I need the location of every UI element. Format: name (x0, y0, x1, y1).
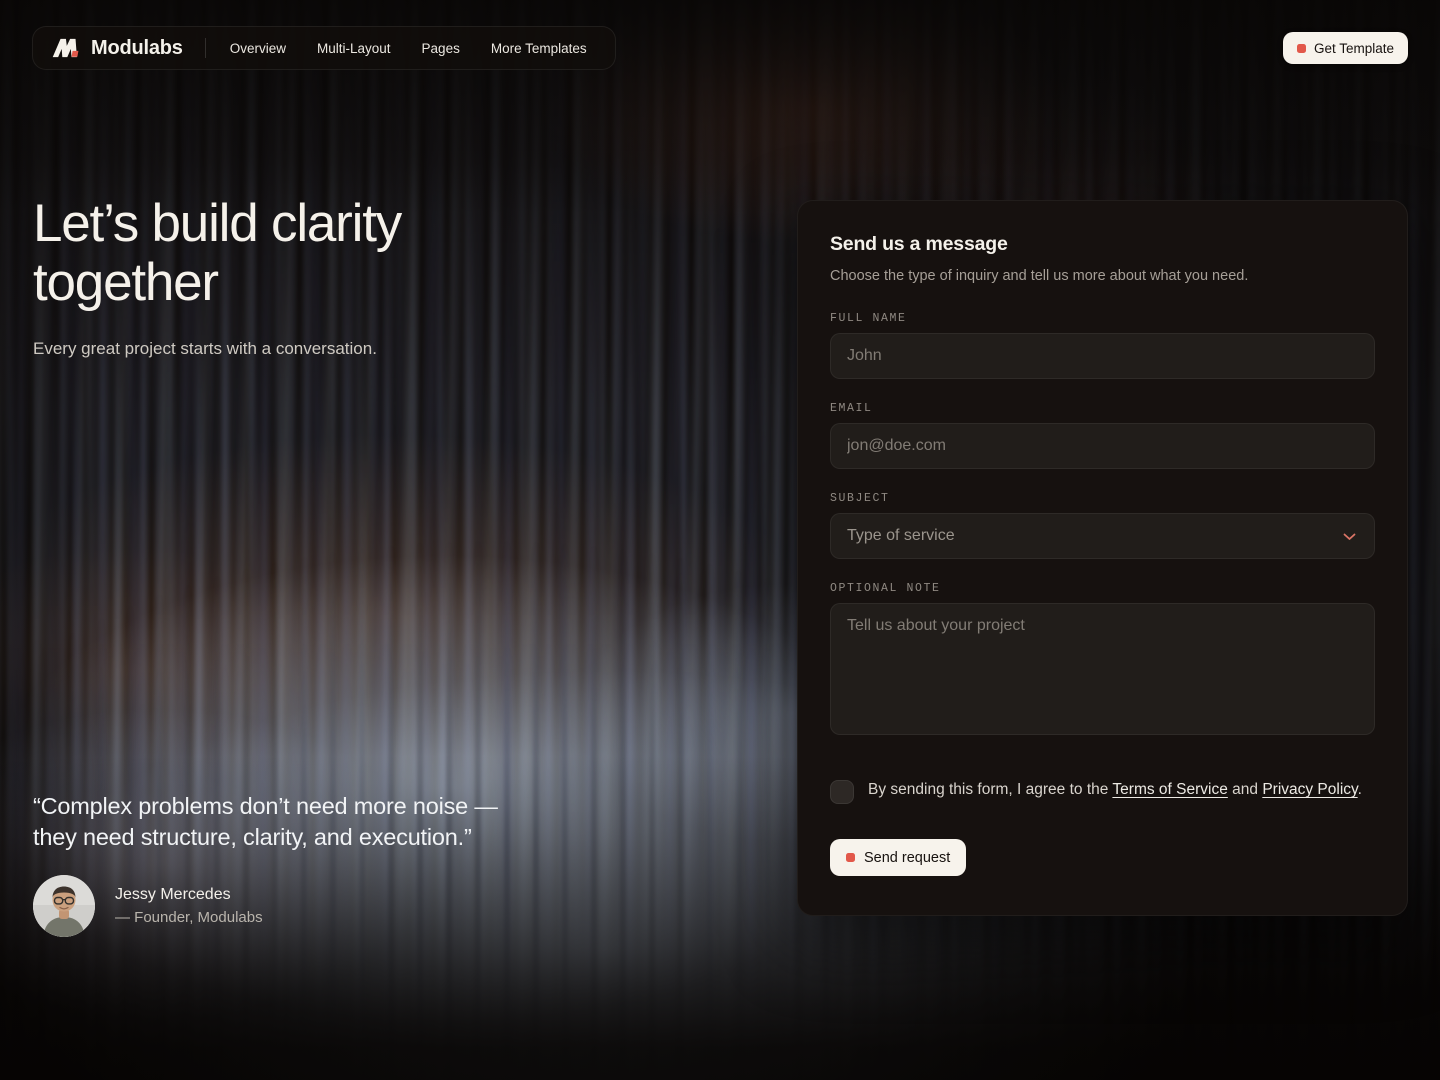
email-label: EMAIL (830, 402, 873, 415)
hero-subtitle: Every great project starts with a conver… (33, 338, 377, 358)
form-subtitle: Choose the type of inquiry and tell us m… (830, 268, 1249, 284)
agreement-text: By sending this form, I agree to the Ter… (868, 778, 1362, 804)
agreement-checkbox[interactable] (830, 780, 854, 804)
full-name-input[interactable] (830, 333, 1375, 379)
subject-field-group: SUBJECT Type of service (830, 492, 1375, 559)
form-title: Send us a message (830, 233, 1008, 255)
email-field-group: EMAIL (830, 402, 1375, 469)
testimonial-quote: “Complex problems don’t need more noise … (33, 793, 498, 851)
nav-divider (204, 38, 206, 58)
subject-label: SUBJECT (830, 492, 890, 505)
agreement-prefix: By sending this form, I agree to the (868, 781, 1113, 798)
red-square-icon (846, 853, 855, 862)
testimonial-block: “Complex problems don’t need more noise … (33, 791, 593, 937)
subject-select[interactable]: Type of service (830, 513, 1375, 559)
nav-item-more-templates[interactable]: More Templates (491, 41, 587, 56)
top-navbar: Modulabs Overview Multi-Layout Pages Mor… (32, 26, 616, 70)
get-template-button[interactable]: Get Template (1282, 32, 1408, 64)
red-square-icon (1296, 43, 1306, 53)
avatar (33, 874, 95, 937)
brand-name: Modulabs (91, 36, 183, 59)
nav-item-overview[interactable]: Overview (230, 41, 286, 56)
nav-item-multi-layout[interactable]: Multi-Layout (317, 41, 391, 56)
nav-links: Overview Multi-Layout Pages More Templat… (230, 41, 587, 56)
agreement-suffix: . (1357, 781, 1362, 798)
full-name-field-group: FULL NAME (830, 312, 1375, 379)
author-name: Jessy Mercedes (115, 885, 231, 903)
author-info: Jessy Mercedes — Founder, Modulabs (115, 886, 263, 926)
author-role: — Founder, Modulabs (115, 908, 263, 926)
contact-form-card: Send us a message Choose the type of inq… (797, 200, 1408, 916)
page-title: Let’s build clarity together (33, 194, 402, 313)
agreement-row: By sending this form, I agree to the Ter… (830, 778, 1375, 804)
nav-item-pages[interactable]: Pages (422, 41, 460, 56)
hero-section: Let’s build clarity together Every great… (33, 194, 402, 359)
terms-of-service-link[interactable]: Terms of Service (1112, 781, 1227, 798)
brand-logo[interactable]: Modulabs (51, 37, 183, 60)
get-template-label: Get Template (1313, 40, 1394, 56)
note-field-group: OPTIONAL NOTE (830, 582, 1375, 740)
email-input[interactable] (830, 423, 1375, 469)
subject-selected-value: Type of service (847, 527, 955, 544)
testimonial-author-row: Jessy Mercedes — Founder, Modulabs (33, 874, 593, 937)
send-request-button[interactable]: Send request (830, 839, 967, 876)
agreement-middle: and (1227, 781, 1263, 798)
full-name-label: FULL NAME (830, 312, 907, 325)
privacy-policy-link[interactable]: Privacy Policy (1262, 781, 1357, 798)
note-textarea[interactable] (830, 603, 1375, 735)
chevron-down-icon (1341, 528, 1358, 545)
modulabs-m-logo-icon (51, 37, 81, 59)
send-request-label: Send request (864, 849, 951, 866)
optional-note-label: OPTIONAL NOTE (830, 582, 941, 595)
